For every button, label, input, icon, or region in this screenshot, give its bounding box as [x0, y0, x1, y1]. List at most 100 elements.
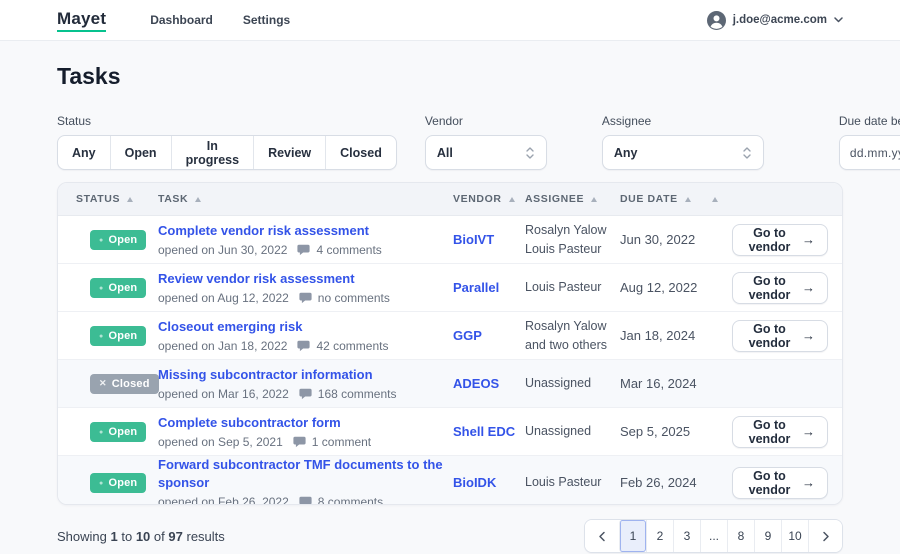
status-icon: ●	[99, 284, 104, 292]
user-menu[interactable]: j.doe@acme.com	[706, 10, 843, 30]
status-cell: ● Open	[76, 421, 158, 443]
go-to-vendor-button[interactable]: Go to vendor →	[732, 271, 828, 304]
status-cell: ● Open	[76, 277, 158, 299]
task-link[interactable]: Complete subcontractor form	[158, 415, 341, 430]
task-link[interactable]: Review vendor risk assessment	[158, 271, 355, 286]
comment-icon	[297, 244, 311, 256]
vendor-link[interactable]: Parallel	[453, 280, 499, 295]
go-to-vendor-button[interactable]: Go to vendor →	[732, 319, 828, 352]
vendor-link[interactable]: BioIVT	[453, 232, 494, 247]
status-badge: ✕ Closed	[90, 373, 159, 394]
pagination-prev[interactable]	[585, 520, 619, 552]
header-sort-only[interactable]	[712, 196, 732, 202]
action-cell: Go to vendor →	[732, 466, 828, 499]
status-option-closed[interactable]: Closed	[325, 136, 396, 169]
task-meta: opened on Mar 16, 2022 168 comments	[158, 387, 453, 401]
chevron-left-icon	[598, 531, 606, 542]
assignee-cell: Unassigned	[525, 376, 592, 391]
vendor-cell: BioIVT	[453, 231, 525, 249]
nav-settings[interactable]: Settings	[243, 13, 290, 27]
pagination-next[interactable]	[808, 520, 842, 552]
comment-count: 4 comments	[316, 243, 382, 257]
comment-count: 42 comments	[316, 339, 389, 353]
header-task[interactable]: Task	[158, 193, 453, 205]
nav-dashboard[interactable]: Dashboard	[150, 13, 213, 27]
chevron-right-icon	[822, 531, 830, 542]
opened-date: opened on Jun 30, 2022	[158, 243, 288, 257]
task-cell: Complete subcontractor form opened on Se…	[158, 414, 453, 449]
task-cell: Forward subcontractor TMF documents to t…	[158, 456, 453, 504]
vendor-link[interactable]: Shell EDC	[453, 424, 515, 439]
comment-icon	[293, 436, 306, 448]
header-due-date[interactable]: Due date	[620, 193, 712, 205]
vendor-select-value: All	[436, 145, 453, 160]
task-link[interactable]: Forward subcontractor TMF documents to t…	[158, 457, 443, 490]
status-badge: ● Open	[90, 422, 147, 443]
vendor-link[interactable]: BioIDK	[453, 475, 496, 490]
vendor-link[interactable]: GGP	[453, 328, 482, 343]
status-cell: ● Open	[76, 325, 158, 347]
task-link[interactable]: Missing subcontractor information	[158, 367, 373, 382]
due-date-input[interactable]: dd.mm.yyyy	[838, 135, 900, 170]
due-date-filter-label: Due date before	[838, 114, 900, 128]
updown-chevron-icon	[525, 146, 535, 160]
assignee-select[interactable]: Any	[601, 135, 764, 170]
task-meta: opened on Jun 30, 2022 4 comments	[158, 243, 453, 257]
task-link[interactable]: Closeout emerging risk	[158, 319, 302, 334]
page-9[interactable]: 9	[754, 520, 781, 552]
go-to-vendor-button[interactable]: Go to vendor →	[732, 466, 828, 499]
avatar	[706, 10, 726, 30]
go-to-vendor-button[interactable]: Go to vendor →	[732, 223, 828, 256]
logo[interactable]: Mayet	[57, 9, 107, 32]
header-assignee[interactable]: Assignee	[525, 193, 620, 205]
vendor-select[interactable]: All	[424, 135, 547, 170]
vendor-link[interactable]: ADEOS	[453, 376, 499, 391]
page-ellipsis[interactable]: ...	[700, 520, 727, 552]
comment-icon	[299, 388, 312, 400]
status-icon: ●	[99, 332, 104, 340]
sort-icon	[591, 196, 598, 202]
vendor-cell: Parallel	[453, 279, 525, 297]
comment-count: no comments	[317, 291, 390, 305]
task-meta: opened on Sep 5, 2021 1 comment	[158, 435, 453, 449]
status-icon: ●	[99, 236, 104, 244]
updown-chevron-icon	[742, 146, 752, 160]
action-cell: Go to vendor →	[732, 271, 828, 304]
header-vendor[interactable]: Vendor	[453, 193, 525, 205]
task-cell: Closeout emerging risk opened on Jan 18,…	[158, 318, 453, 353]
topbar: Mayet Dashboard Settings j.doe@acme.com	[0, 0, 900, 41]
page-2[interactable]: 2	[646, 520, 673, 552]
status-cell: ● Open	[76, 472, 158, 494]
footer: Showing 1 to 10 of 97 results 1 2 3... 8 9 10	[57, 519, 843, 553]
page-8[interactable]: 8	[727, 520, 754, 552]
go-to-vendor-button[interactable]: Go to vendor →	[732, 415, 828, 448]
task-link[interactable]: Complete vendor risk assessment	[158, 223, 369, 238]
assignee-cell: Louis Pasteur	[525, 475, 602, 490]
comment-count: 168 comments	[317, 387, 397, 401]
status-filter-group: Status Any Open In progress Review Closed	[57, 114, 397, 170]
vendor-cell: Shell EDC	[453, 423, 525, 441]
status-option-review[interactable]: Review	[253, 136, 325, 169]
due-date: Aug 12, 2022	[620, 280, 698, 295]
task-meta: opened on Aug 12, 2022 no comments	[158, 291, 453, 305]
page-title: Tasks	[57, 63, 121, 89]
due-date-placeholder: dd.mm.yyyy	[849, 145, 900, 160]
due-date: Feb 26, 2024	[620, 475, 697, 490]
page-3[interactable]: 3	[673, 520, 700, 552]
status-option-any[interactable]: Any	[58, 136, 110, 169]
status-option-in-progress[interactable]: In progress	[170, 136, 253, 169]
due-date-filter-group: Due date before dd.mm.yyyy	[838, 114, 900, 170]
status-cell: ● Open	[76, 229, 158, 251]
vendor-cell: ADEOS	[453, 375, 525, 393]
status-badge: ● Open	[90, 326, 147, 347]
comment-count: 1 comment	[311, 435, 372, 449]
results-summary: Showing 1 to 10 of 97 results	[57, 528, 225, 544]
page-1[interactable]: 1	[619, 520, 646, 552]
sort-icon	[712, 196, 718, 202]
status-option-open[interactable]: Open	[109, 136, 171, 169]
due-date: Mar 16, 2024	[620, 376, 697, 391]
table-body: ● Open Complete vendor risk assessment op…	[58, 216, 842, 504]
header-status[interactable]: Status	[76, 193, 158, 205]
page-10[interactable]: 10	[781, 520, 808, 552]
status-icon: ✕	[99, 378, 107, 389]
